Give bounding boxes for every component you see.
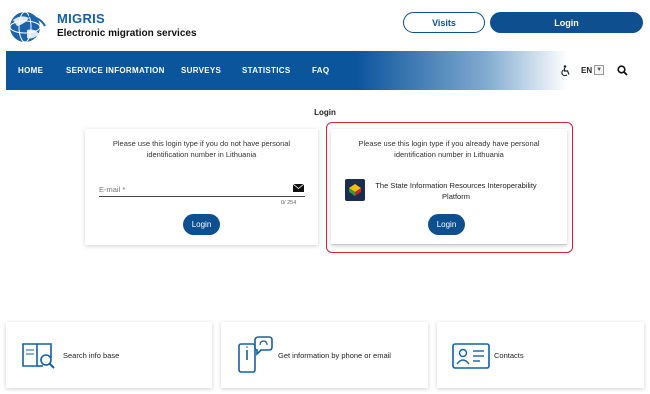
main-nav: HOME SERVICE INFORMATION SURVEYS STATIST…	[6, 51, 644, 90]
email-field[interactable]: E-mail *	[99, 185, 125, 194]
header-login-button[interactable]: Login	[490, 12, 643, 33]
brand[interactable]: MIGRIS Electronic migration services	[57, 11, 197, 39]
brand-title: MIGRIS	[57, 11, 106, 26]
nav-item-home[interactable]: HOME	[18, 66, 43, 75]
search-icon[interactable]	[617, 65, 628, 76]
tile-phone-email-info[interactable]: Get information by phone or email	[221, 322, 428, 388]
divider	[331, 244, 567, 245]
viisp-login-description: Please use this login type if you alread…	[358, 139, 540, 159]
email-field-underline	[99, 196, 305, 197]
page-title: Login	[314, 108, 336, 117]
tile-contacts[interactable]: Contacts	[437, 322, 644, 388]
email-login-card: Please use this login type if you do not…	[85, 129, 318, 245]
chevron-down-icon: ▼	[594, 65, 605, 75]
migris-logo-icon[interactable]	[7, 10, 47, 44]
viisp-login-button[interactable]: Login	[428, 214, 465, 235]
visits-button[interactable]: Visits	[403, 12, 485, 33]
book-search-icon	[22, 343, 55, 369]
nav-item-surveys[interactable]: SURVEYS	[181, 66, 221, 75]
viisp-login-card: Please use this login type if you alread…	[331, 129, 567, 245]
accessibility-icon[interactable]	[561, 65, 571, 76]
nav-item-statistics[interactable]: STATISTICS	[242, 66, 290, 75]
nav-item-service-information[interactable]: SERVICE INFORMATION	[66, 66, 165, 75]
tile-search-info-base[interactable]: Search info base	[6, 322, 212, 388]
tile-label: Get information by phone or email	[278, 351, 391, 360]
brand-subtitle: Electronic migration services	[57, 28, 197, 39]
language-code: EN	[581, 65, 593, 75]
email-login-description: Please use this login type if you do not…	[112, 139, 291, 159]
contact-card-icon	[452, 343, 490, 369]
tile-label: Contacts	[494, 351, 524, 360]
email-char-counter: 0/ 254	[281, 200, 297, 206]
phone-chat-icon	[238, 336, 273, 373]
nav-item-faq[interactable]: FAQ	[312, 66, 329, 75]
email-login-button[interactable]: Login	[183, 214, 220, 235]
language-selector[interactable]: EN ▼	[581, 65, 605, 75]
tile-label: Search info base	[63, 351, 120, 360]
mail-icon	[293, 184, 304, 192]
viisp-provider-label[interactable]: The State Information Resources Interope…	[371, 180, 541, 202]
viisp-platform-icon[interactable]	[345, 179, 365, 201]
